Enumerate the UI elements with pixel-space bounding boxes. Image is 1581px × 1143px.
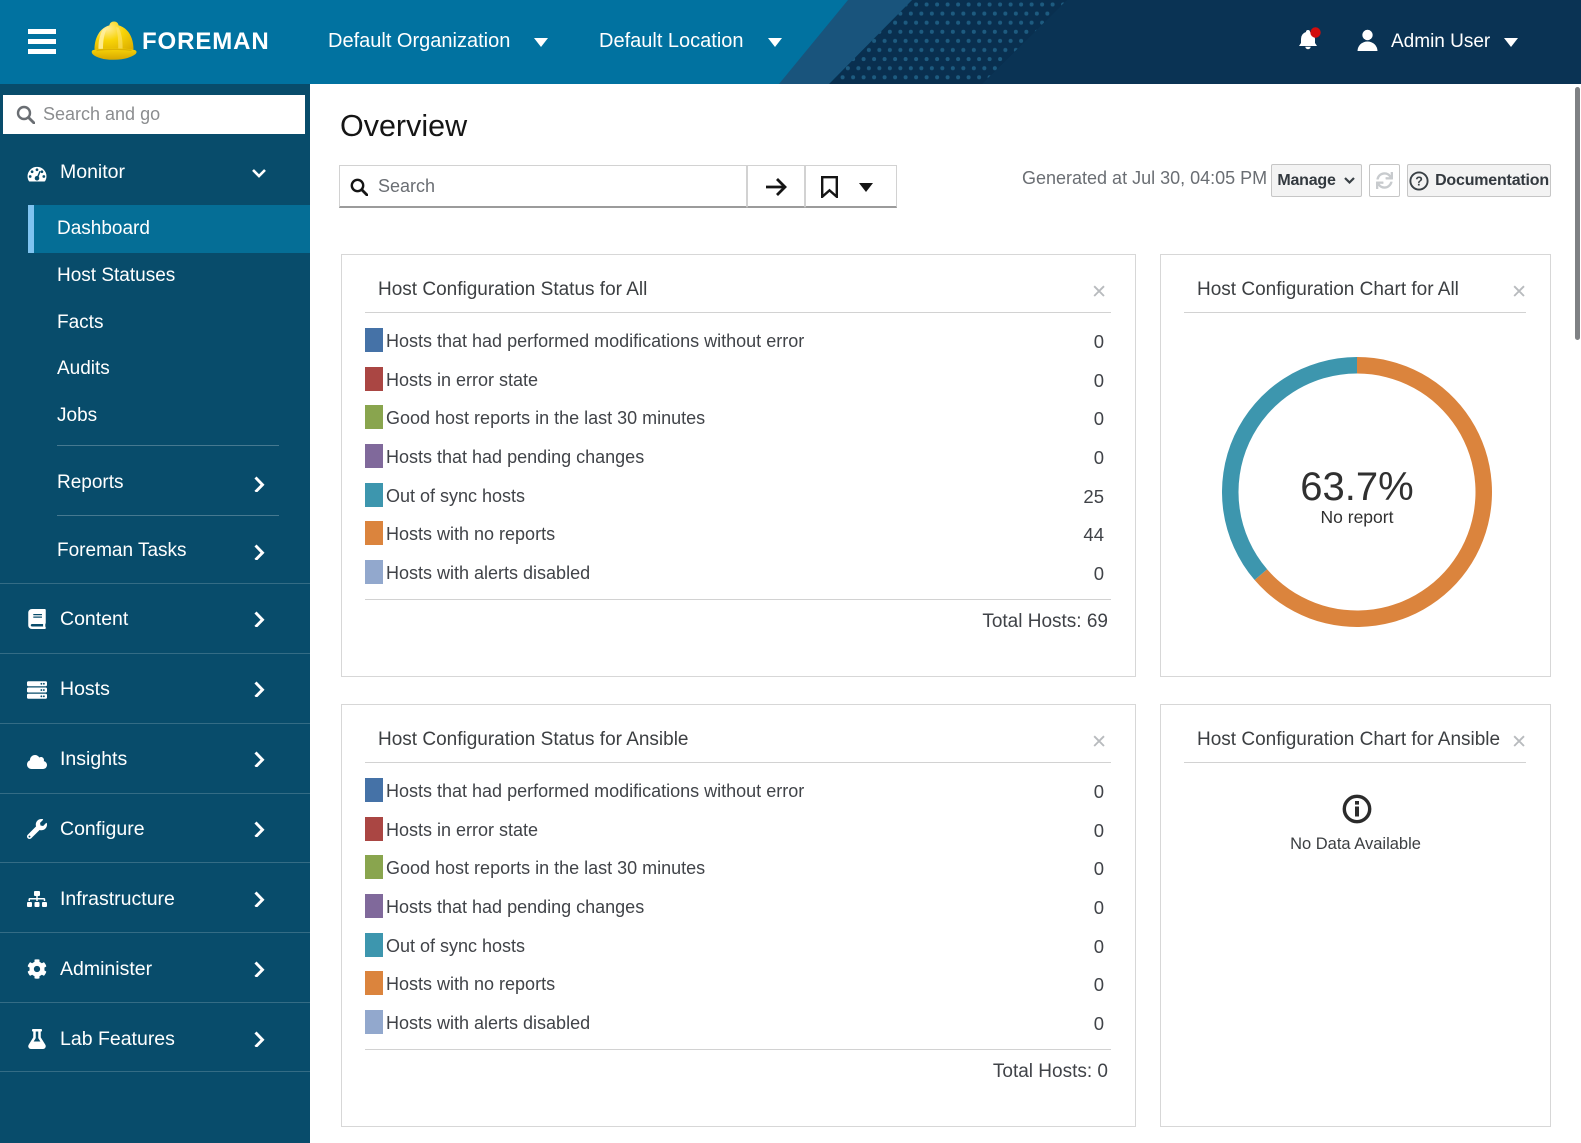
- svg-text:63.7%: 63.7%: [1300, 465, 1413, 509]
- svg-text:?: ?: [1415, 174, 1422, 188]
- svg-text:No report: No report: [1321, 507, 1394, 527]
